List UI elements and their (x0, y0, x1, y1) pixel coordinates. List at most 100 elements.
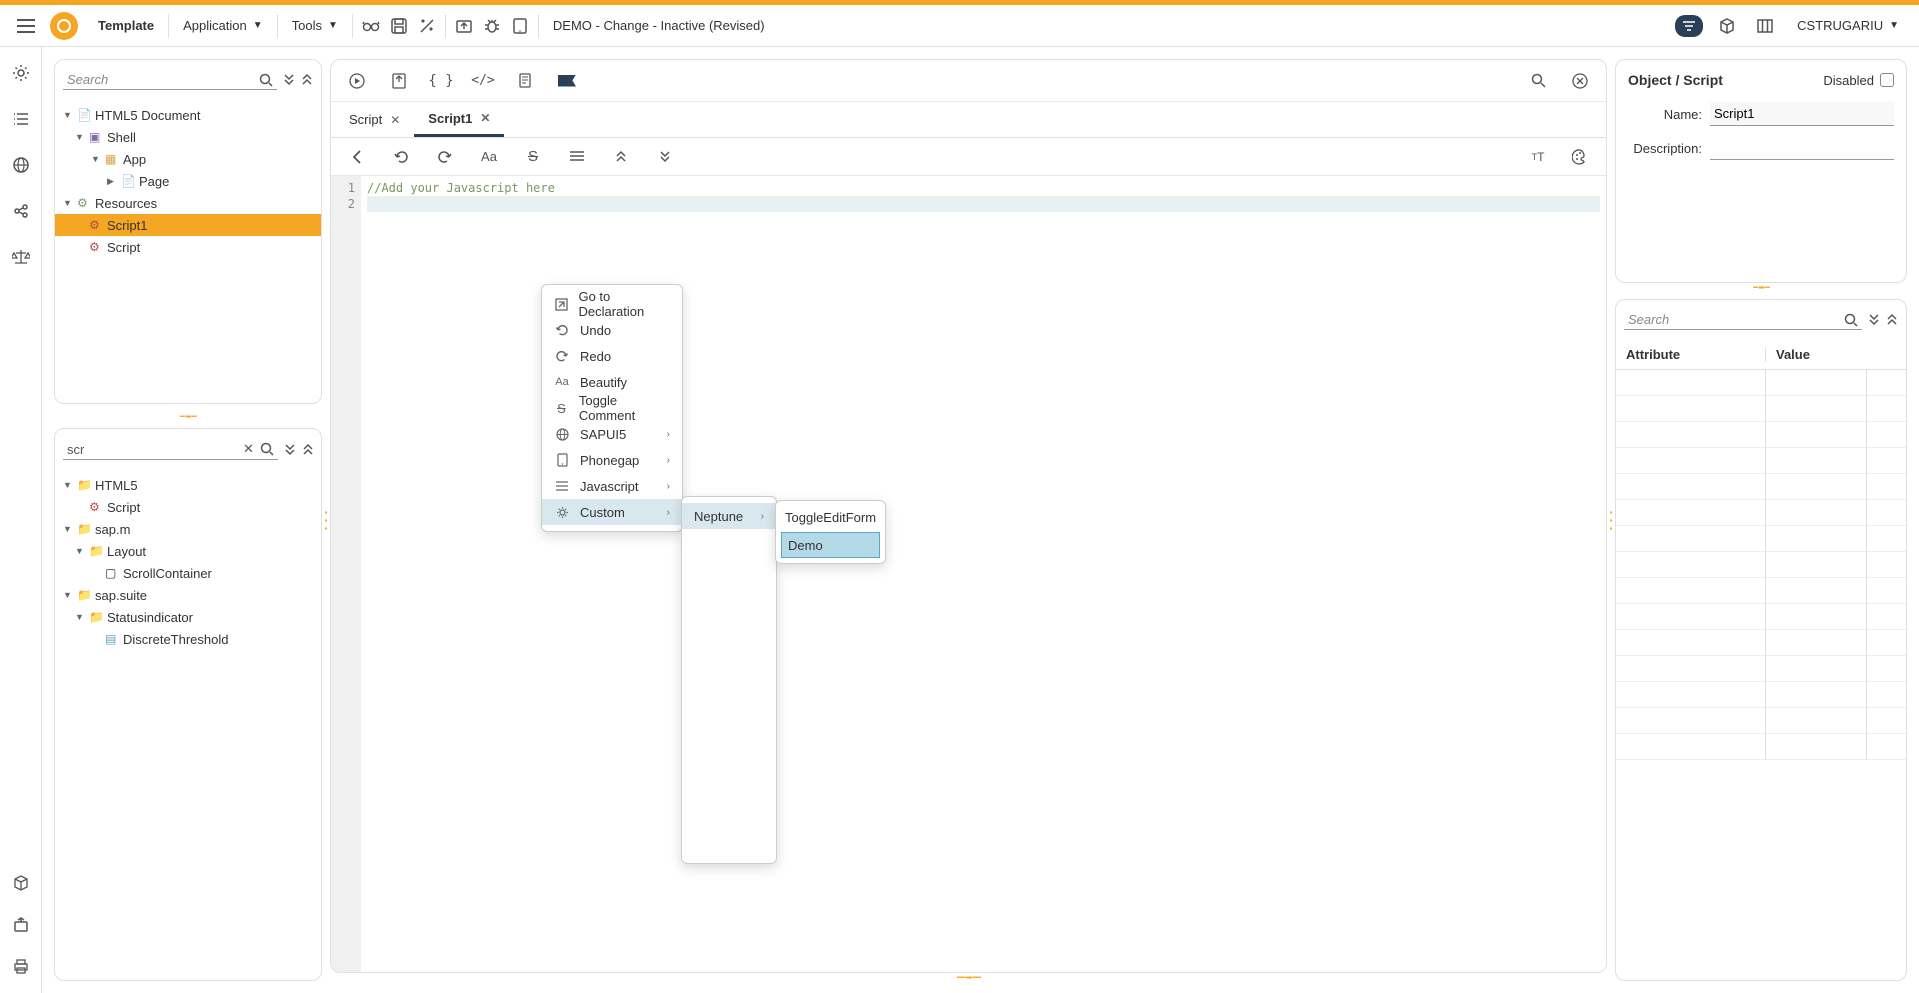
vertical-splitter-right[interactable]: ▪▪▪ (1607, 47, 1615, 993)
cm-goto-declaration[interactable]: Go to Declaration (542, 291, 682, 317)
font-size-icon[interactable]: TT (1524, 143, 1552, 171)
vertical-splitter-left[interactable]: ▪▪▪ (322, 47, 330, 993)
outline-search[interactable] (63, 70, 277, 90)
search-icon[interactable] (259, 73, 273, 87)
document-icon[interactable] (511, 67, 539, 95)
description-input[interactable] (1710, 136, 1894, 160)
text-case-icon[interactable]: Aa (475, 143, 503, 171)
tree-node-resources[interactable]: ▼⚙Resources (55, 192, 321, 214)
comp-html5[interactable]: ▼📁HTML5 (55, 474, 321, 496)
cm-redo[interactable]: Redo (542, 343, 682, 369)
panels-icon[interactable] (1751, 12, 1779, 40)
collapse-all-icon[interactable] (301, 73, 313, 87)
close-circle-icon[interactable] (1566, 67, 1594, 95)
search-icon[interactable] (260, 442, 274, 456)
components-search-input[interactable] (67, 442, 243, 457)
share-icon[interactable] (7, 197, 35, 225)
search-code-icon[interactable] (1524, 67, 1552, 95)
close-icon[interactable]: ✕ (390, 113, 400, 127)
table-row[interactable] (1616, 500, 1906, 526)
cm-beautify[interactable]: AaBeautify (542, 369, 682, 395)
table-row[interactable] (1616, 422, 1906, 448)
flag-icon[interactable] (553, 67, 581, 95)
user-menu[interactable]: CSTRUGARIU ▼ (1789, 18, 1907, 33)
tree-node-html5-document[interactable]: ▼📄HTML5 Document (55, 104, 321, 126)
scales-icon[interactable] (7, 243, 35, 271)
collapse-all-icon[interactable] (1886, 313, 1898, 327)
table-row[interactable] (1616, 474, 1906, 500)
cm-toggle-comment[interactable]: SToggle Comment (542, 395, 682, 421)
tree-node-shell[interactable]: ▼▣Shell (55, 126, 321, 148)
undo-icon[interactable] (387, 143, 415, 171)
expand-down-icon[interactable] (651, 143, 679, 171)
outline-search-input[interactable] (67, 72, 259, 87)
comp-scrollcontainer[interactable]: ▢ScrollContainer (55, 562, 321, 584)
glasses-icon[interactable] (357, 12, 385, 40)
name-input[interactable] (1710, 102, 1894, 126)
redo-icon[interactable] (431, 143, 459, 171)
table-row[interactable] (1616, 604, 1906, 630)
print-icon[interactable] (7, 953, 35, 981)
save-icon[interactable] (385, 12, 413, 40)
filter-icon[interactable] (1675, 15, 1703, 37)
horizontal-splitter[interactable]: ━ ▪▪▪ ━ (54, 412, 322, 420)
cm-sub-demo[interactable]: Demo (781, 532, 880, 558)
gear-icon[interactable] (7, 59, 35, 87)
lines-icon[interactable] (563, 143, 591, 171)
cm-javascript[interactable]: Javascript› (542, 473, 682, 499)
table-row[interactable] (1616, 552, 1906, 578)
code-icon[interactable]: </> (469, 67, 497, 95)
list-icon[interactable] (7, 105, 35, 133)
braces-icon[interactable]: { } (427, 67, 455, 95)
table-row[interactable] (1616, 370, 1906, 396)
collapse-all-icon[interactable] (302, 443, 314, 457)
tablet-icon[interactable] (506, 12, 534, 40)
comp-sapm[interactable]: ▼📁sap.m (55, 518, 321, 540)
table-row[interactable] (1616, 630, 1906, 656)
expand-all-icon[interactable] (284, 443, 296, 457)
magic-icon[interactable] (413, 12, 441, 40)
table-row[interactable] (1616, 396, 1906, 422)
deploy-icon[interactable] (7, 911, 35, 939)
comp-discretethreshold[interactable]: ▤DiscreteThreshold (55, 628, 321, 650)
cm-undo[interactable]: Undo (542, 317, 682, 343)
bottom-splitter[interactable]: ━━ ▪▪▪ ━━ (330, 973, 1607, 981)
save-file-icon[interactable] (385, 67, 413, 95)
bug-icon[interactable] (478, 12, 506, 40)
table-row[interactable] (1616, 708, 1906, 734)
clear-icon[interactable]: ✕ (243, 441, 254, 457)
tools-menu[interactable]: Tools ▼ (282, 18, 348, 33)
tree-node-page[interactable]: ▶📄Page (55, 170, 321, 192)
search-icon[interactable] (1844, 313, 1858, 327)
cm-phonegap[interactable]: Phonegap› (542, 447, 682, 473)
close-icon[interactable]: ✕ (480, 111, 490, 125)
cm-custom[interactable]: Custom› (542, 499, 682, 525)
comp-layout[interactable]: ▼📁Layout (55, 540, 321, 562)
cm-sapui5[interactable]: SAPUI5› (542, 421, 682, 447)
table-row[interactable] (1616, 656, 1906, 682)
collapse-up-icon[interactable] (607, 143, 635, 171)
right-splitter[interactable]: ━ ▪▪▪ ━ (1615, 283, 1907, 291)
package-icon[interactable] (1713, 12, 1741, 40)
tree-node-script[interactable]: ⚙Script (55, 236, 321, 258)
code-editor[interactable]: 1 2 //Add your Javascript here Go to Dec… (331, 176, 1606, 972)
run-icon[interactable] (343, 67, 371, 95)
attr-search-input[interactable] (1628, 312, 1844, 327)
tab-script1[interactable]: Script1 ✕ (414, 102, 504, 137)
cm-sub-neptune[interactable]: Neptune› (682, 503, 776, 529)
attr-search[interactable] (1624, 310, 1862, 330)
back-icon[interactable] (343, 143, 371, 171)
components-search[interactable]: ✕ (63, 439, 278, 460)
expand-all-icon[interactable] (1868, 313, 1880, 327)
checkbox-icon[interactable] (1880, 73, 1894, 87)
table-row[interactable] (1616, 448, 1906, 474)
menu-icon[interactable] (12, 12, 40, 40)
comp-html5-script[interactable]: ⚙Script (55, 496, 321, 518)
strikethrough-icon[interactable]: S (519, 143, 547, 171)
table-row[interactable] (1616, 682, 1906, 708)
comp-statusindicator[interactable]: ▼📁Statusindicator (55, 606, 321, 628)
expand-all-icon[interactable] (283, 73, 295, 87)
palette-icon[interactable] (1566, 143, 1594, 171)
disabled-checkbox[interactable]: Disabled (1823, 73, 1894, 88)
logo[interactable] (50, 12, 78, 40)
